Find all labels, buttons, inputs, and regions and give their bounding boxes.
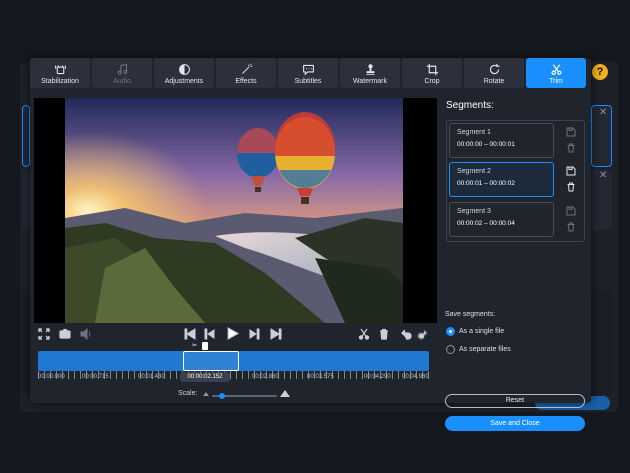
timeline-tick: 00:04.960 (402, 374, 429, 380)
stamp-icon (365, 64, 375, 75)
tab-rotate[interactable]: Rotate (464, 58, 524, 88)
playhead-handle[interactable] (202, 342, 208, 350)
background-panel (22, 105, 30, 167)
tab-label: Audio (113, 78, 131, 85)
background-panel (22, 170, 30, 230)
scissors-icon[interactable] (358, 328, 370, 340)
speech-bubble-icon (302, 64, 314, 76)
magic-wand-icon (241, 63, 252, 74)
segment-cut-icon: ✂ (192, 343, 198, 349)
segment-item[interactable]: Segment 3 00:00:02 – 00:00:04 (449, 202, 554, 237)
tab-effects[interactable]: Effects (216, 58, 276, 88)
tab-label: Crop (424, 78, 440, 85)
segment-name: Segment 1 (457, 129, 491, 136)
scale-large-icon (280, 390, 290, 397)
segment-name: Segment 2 (457, 168, 491, 175)
music-note-icon (117, 64, 127, 75)
landscape-image (65, 98, 403, 323)
edit-toolbar: Stabilization Audio Adjustments Effects … (30, 58, 591, 90)
play-icon[interactable] (226, 327, 239, 340)
save-icon[interactable] (566, 166, 576, 176)
rotate-icon (489, 63, 499, 75)
tab-label: Watermark (353, 78, 387, 85)
tab-label: Effects (235, 78, 257, 85)
tab-label: Adjustments (164, 78, 204, 85)
fullscreen-icon[interactable] (38, 328, 50, 340)
tab-audio: Audio (92, 58, 152, 88)
tab-subtitles[interactable]: Subtitles (278, 58, 338, 88)
segment-item[interactable]: Segment 1 00:00:00 – 00:00:01 (449, 123, 554, 158)
save-and-close-button[interactable]: Save and Close (445, 416, 585, 431)
stabilization-icon (54, 65, 66, 75)
redo-icon (417, 329, 428, 340)
segment-range: 00:00:00 – 00:00:01 (457, 141, 515, 148)
segment-item[interactable]: Segment 2 00:00:01 – 00:00:02 (449, 162, 554, 197)
trash-icon[interactable] (566, 182, 576, 192)
volume-icon[interactable] (80, 328, 92, 340)
playback-controls (30, 324, 440, 344)
tab-label: Subtitles (294, 78, 322, 85)
scale-slider-knob[interactable] (218, 393, 225, 399)
tab-adjustments[interactable]: Adjustments (154, 58, 214, 88)
reset-button[interactable]: Reset (445, 394, 585, 408)
trash-icon[interactable] (566, 143, 576, 153)
tab-label: Stabilization (41, 78, 79, 85)
next-frame-icon[interactable] (248, 328, 260, 340)
save-icon[interactable] (566, 127, 576, 137)
timeline-tick: 00:01.430 (138, 374, 165, 380)
close-icon[interactable]: ✕ (599, 107, 607, 118)
timeline-selection[interactable] (182, 351, 240, 371)
timeline-tick: 00:03.575 (307, 374, 334, 380)
timeline-track[interactable] (38, 351, 429, 371)
separate-files-radio[interactable] (446, 345, 455, 354)
trash-icon[interactable] (378, 328, 390, 340)
camera-icon[interactable] (59, 328, 71, 340)
current-time-display: 00:00:02.152 (180, 372, 230, 382)
segment-name: Segment 3 (457, 208, 491, 215)
crop-icon (426, 63, 438, 76)
timeline-tick: 00:00.000 (38, 374, 65, 380)
timeline-tick: 00:00.715 (82, 374, 109, 380)
segments-heading: Segments: (446, 100, 494, 111)
video-preview (34, 98, 437, 323)
tab-trim[interactable]: Trim (526, 58, 586, 88)
tab-crop[interactable]: Crop (402, 58, 462, 88)
separate-files-label: As separate files (459, 346, 511, 353)
single-file-label: As a single file (459, 328, 505, 335)
tab-label: Trim (549, 78, 563, 85)
trim-dialog: Stabilization Audio Adjustments Effects … (30, 58, 591, 431)
scale-label: Scale: (178, 390, 198, 397)
single-file-radio[interactable] (446, 327, 455, 336)
scissors-icon (550, 64, 562, 75)
save-segments-heading: Save segments: (445, 311, 496, 318)
close-icon[interactable]: ✕ (599, 170, 607, 181)
skip-start-icon[interactable] (184, 328, 196, 340)
scale-slider[interactable] (212, 393, 277, 399)
timeline-tick: 00:04.290 (364, 374, 391, 380)
segment-range: 00:00:02 – 00:00:04 (457, 220, 515, 227)
help-icon[interactable]: ? (592, 64, 608, 80)
tab-label: Rotate (483, 78, 505, 85)
timeline-tick: 00:02.860 (252, 374, 279, 380)
undo-icon[interactable] (400, 328, 412, 340)
save-icon[interactable] (566, 206, 576, 216)
segment-range: 00:00:01 – 00:00:02 (457, 180, 515, 187)
trash-icon[interactable] (566, 222, 576, 232)
prev-frame-icon[interactable] (204, 328, 216, 340)
adjustments-icon (178, 64, 190, 75)
segments-list: Segment 1 00:00:00 – 00:00:01 Segment 2 … (446, 120, 585, 242)
scale-small-icon (203, 392, 209, 396)
tab-watermark[interactable]: Watermark (340, 58, 400, 88)
segments-panel: Segments: Segment 1 00:00:00 – 00:00:01 … (440, 92, 591, 431)
video-frame (65, 98, 403, 323)
tab-stabilization[interactable]: Stabilization (30, 58, 90, 88)
skip-end-icon[interactable] (270, 328, 282, 340)
